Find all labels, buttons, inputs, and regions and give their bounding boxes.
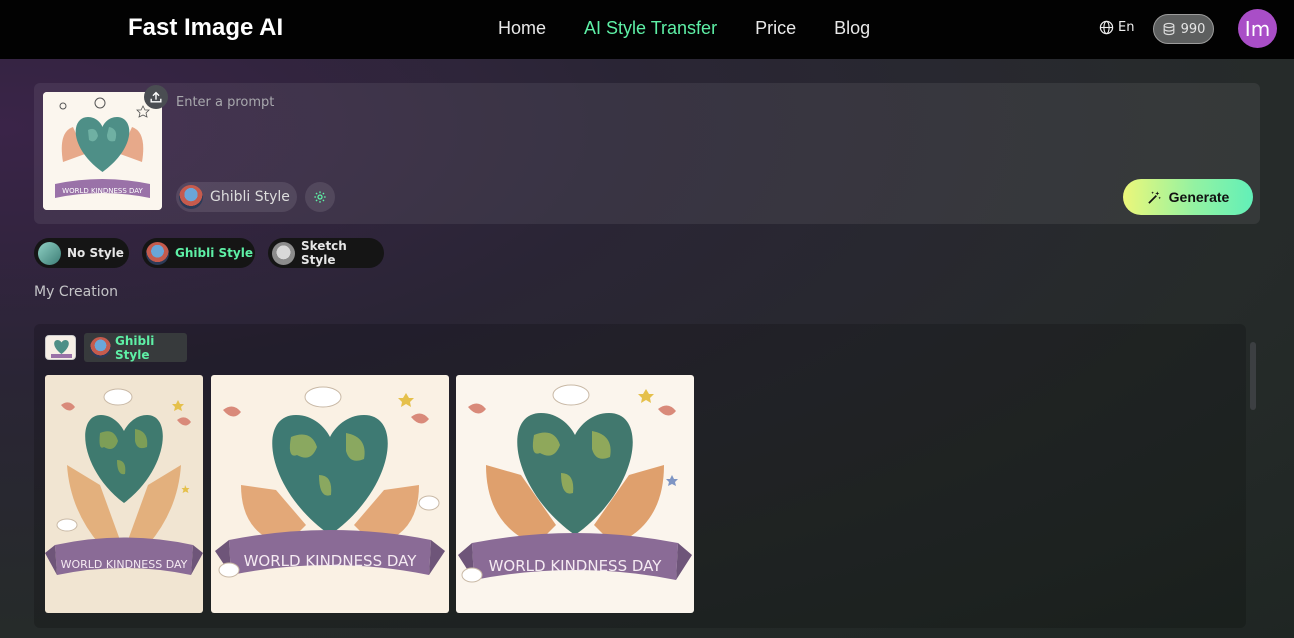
uploaded-image[interactable]: WORLD KINDNESS DAY bbox=[43, 92, 162, 210]
top-nav: Fast Image AI Home AI Style Transfer Pri… bbox=[0, 0, 1294, 59]
style-option-no-style[interactable]: No Style bbox=[34, 238, 129, 268]
ghibli-style-icon bbox=[90, 337, 111, 358]
prompt-input[interactable] bbox=[176, 91, 1076, 113]
nav-home[interactable]: Home bbox=[498, 17, 546, 39]
generate-button[interactable]: Generate bbox=[1123, 179, 1253, 215]
credits-badge[interactable]: 990 bbox=[1153, 14, 1214, 44]
main-menu: Home AI Style Transfer Price Blog bbox=[498, 17, 908, 39]
style-option-label: Ghibli Style bbox=[175, 246, 253, 260]
result-banner-text: WORLD KINDNESS DAY bbox=[61, 558, 188, 571]
sketch-style-icon bbox=[272, 241, 295, 265]
credits-count: 990 bbox=[1180, 21, 1206, 37]
creation-style-label: Ghibli Style bbox=[115, 333, 155, 362]
creation-scrollbar[interactable] bbox=[1250, 342, 1256, 410]
nav-price[interactable]: Price bbox=[755, 17, 796, 39]
prompt-panel: WORLD KINDNESS DAY Ghibli Style Generate bbox=[34, 83, 1260, 224]
no-style-icon bbox=[38, 241, 61, 265]
gear-icon bbox=[314, 191, 326, 203]
creation-panel: Ghibli Style WORLD KINDNESS DAY WORLD KI… bbox=[34, 324, 1246, 628]
result-image-3[interactable]: WORLD KINDNESS DAY bbox=[456, 375, 694, 613]
generate-label: Generate bbox=[1168, 189, 1230, 205]
brand-logo[interactable]: Fast Image AI bbox=[128, 14, 283, 42]
selected-style-chip[interactable]: Ghibli Style bbox=[176, 182, 297, 212]
style-option-label: Sketch Style bbox=[301, 239, 347, 267]
result-banner-text: WORLD KINDNESS DAY bbox=[244, 552, 418, 570]
language-switch[interactable]: En bbox=[1099, 20, 1134, 35]
magic-wand-icon bbox=[1147, 190, 1161, 204]
result-image-1[interactable]: WORLD KINDNESS DAY bbox=[45, 375, 203, 613]
style-option-ghibli-style[interactable]: Ghibli Style bbox=[142, 238, 255, 268]
ghibli-style-icon bbox=[146, 241, 169, 265]
nav-blog[interactable]: Blog bbox=[834, 17, 870, 39]
nav-ai-style-transfer[interactable]: AI Style Transfer bbox=[584, 17, 717, 39]
style-option-sketch-style[interactable]: Sketch Style bbox=[268, 238, 384, 268]
result-banner-text: WORLD KINDNESS DAY bbox=[489, 557, 663, 575]
selected-style-label: Ghibli Style bbox=[210, 189, 290, 205]
language-label: En bbox=[1118, 20, 1135, 35]
ghibli-style-icon bbox=[179, 185, 203, 209]
my-creation-title: My Creation bbox=[34, 284, 119, 300]
result-image-2[interactable]: WORLD KINDNESS DAY bbox=[211, 375, 449, 613]
upload-banner-text: WORLD KINDNESS DAY bbox=[62, 187, 143, 195]
creation-source-thumbnail[interactable] bbox=[45, 335, 76, 360]
coins-icon bbox=[1162, 22, 1176, 36]
creation-style-tag: Ghibli Style bbox=[84, 333, 187, 362]
globe-icon bbox=[1099, 20, 1114, 35]
user-avatar[interactable]: Im bbox=[1238, 9, 1277, 48]
upload-button[interactable] bbox=[144, 85, 168, 109]
style-option-label: No Style bbox=[67, 246, 124, 260]
style-settings-button[interactable] bbox=[305, 182, 335, 212]
upload-icon bbox=[150, 91, 162, 103]
